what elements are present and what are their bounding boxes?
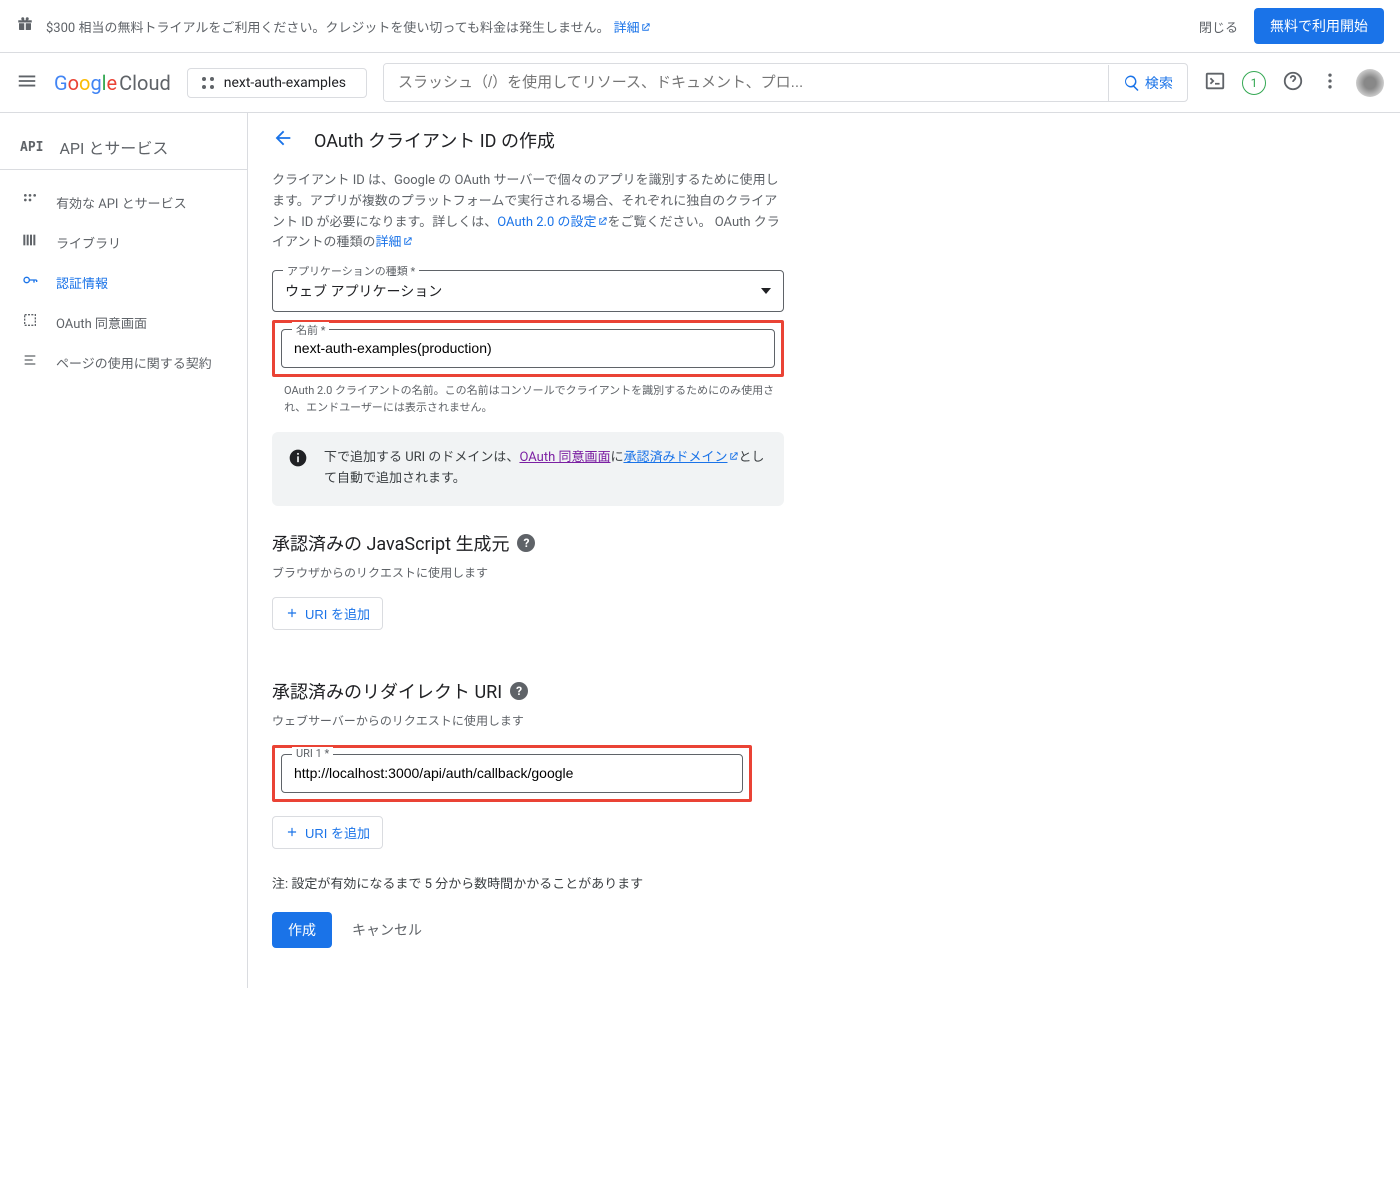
info-icon [288, 448, 308, 490]
project-name: next-auth-examples [224, 75, 346, 91]
app-type-value: ウェブ アプリケーション [285, 281, 761, 301]
add-redirect-uri-button[interactable]: URI を追加 [272, 816, 383, 849]
name-input[interactable] [294, 340, 762, 356]
sidebar-item-library[interactable]: ライブラリ [0, 222, 247, 262]
menu-icon[interactable] [16, 70, 38, 96]
notifications-badge[interactable]: 1 [1242, 71, 1266, 95]
name-highlight: 名前 * [272, 320, 784, 377]
js-origins-desc: ブラウザからのリクエストに使用します [272, 564, 784, 581]
sidebar: API API とサービス 有効な API とサービス ライブラリ 認証情報 O… [0, 113, 248, 988]
help-circle-icon[interactable]: ? [517, 534, 535, 552]
search-box: 検索 [383, 63, 1188, 102]
main: OAuth クライアント ID の作成 クライアント ID は、Google の… [248, 113, 1400, 988]
header-icons: 1 [1204, 69, 1384, 97]
name-help: OAuth 2.0 クライアントの名前。この名前はコンソールでクライアントを識別… [284, 383, 784, 416]
sidebar-header[interactable]: API API とサービス [0, 125, 247, 170]
google-cloud-logo[interactable]: Google Cloud [54, 71, 171, 95]
uri1-field: URI 1 * [281, 754, 743, 793]
help-icon[interactable] [1282, 70, 1304, 96]
sidebar-item-consent[interactable]: OAuth 同意画面 [0, 302, 247, 342]
more-icon[interactable] [1320, 71, 1340, 95]
key-icon [20, 272, 40, 292]
gift-icon [16, 15, 34, 37]
consent-icon [20, 312, 40, 332]
api-icon: API [20, 140, 43, 155]
search-input[interactable] [384, 64, 1108, 101]
page-header: OAuth クライアント ID の作成 [248, 113, 1400, 167]
banner-close[interactable]: 閉じる [1199, 17, 1238, 36]
form-actions: 作成 キャンセル [272, 912, 784, 948]
name-field: 名前 * [281, 329, 775, 368]
cloud-shell-icon[interactable] [1204, 70, 1226, 96]
sidebar-item-credentials[interactable]: 認証情報 [0, 262, 247, 302]
dashboard-icon [20, 192, 40, 212]
redirect-uris-section: 承認済みのリダイレクト URI ? ウェブサーバーからのリクエストに使用します … [272, 678, 784, 849]
consent-screen-link[interactable]: OAuth 同意画面 [519, 450, 610, 465]
start-trial-button[interactable]: 無料で利用開始 [1254, 8, 1384, 44]
description: クライアント ID は、Google の OAuth サーバーで個々のアプリを識… [272, 171, 784, 254]
uri1-input[interactable] [294, 765, 730, 781]
oauth-setup-link[interactable]: OAuth 2.0 の設定 [497, 215, 607, 230]
uri1-label: URI 1 * [292, 747, 333, 760]
chevron-down-icon [761, 288, 771, 294]
page-title: OAuth クライアント ID の作成 [314, 127, 555, 153]
client-types-link[interactable]: 詳細 [375, 235, 412, 250]
create-button[interactable]: 作成 [272, 912, 332, 948]
js-origins-section: 承認済みの JavaScript 生成元 ? ブラウザからのリクエストに使用しま… [272, 530, 784, 630]
uri1-highlight: URI 1 * [272, 745, 752, 802]
trial-banner: $300 相当の無料トライアルをご利用ください。クレジットを使い切っても料金は発… [0, 0, 1400, 53]
search-button[interactable]: 検索 [1108, 65, 1187, 101]
header: Google Cloud next-auth-examples 検索 1 [0, 53, 1400, 113]
library-icon [20, 232, 40, 252]
js-origins-title: 承認済みの JavaScript 生成元 ? [272, 530, 784, 556]
back-arrow-icon[interactable] [272, 127, 294, 153]
content: クライアント ID は、Google の OAuth サーバーで個々のアプリを識… [248, 167, 808, 988]
add-js-origin-button[interactable]: URI を追加 [272, 597, 383, 630]
cancel-button[interactable]: キャンセル [352, 920, 422, 940]
sidebar-item-terms[interactable]: ページの使用に関する契約 [0, 342, 247, 382]
app-type-label: アプリケーションの種類 * [283, 263, 419, 279]
app-type-select[interactable]: アプリケーションの種類 * ウェブ アプリケーション [272, 270, 784, 312]
info-banner: 下で追加する URI のドメインは、OAuth 同意画面に承認済みドメインとして… [272, 432, 784, 506]
trial-text: $300 相当の無料トライアルをご利用ください。クレジットを使い切っても料金は発… [46, 17, 610, 36]
avatar[interactable] [1356, 69, 1384, 97]
help-circle-icon[interactable]: ? [510, 682, 528, 700]
trial-detail-link[interactable]: 詳細 [614, 17, 651, 36]
project-selector[interactable]: next-auth-examples [187, 68, 367, 98]
authorized-domains-link[interactable]: 承認済みドメイン [623, 450, 738, 465]
name-label: 名前 * [292, 322, 329, 338]
redirect-uris-title: 承認済みのリダイレクト URI ? [272, 678, 784, 704]
terms-icon [20, 352, 40, 372]
redirect-uris-desc: ウェブサーバーからのリクエストに使用します [272, 712, 784, 729]
note-text: 注: 設定が有効になるまで 5 分から数時間かかることがあります [272, 873, 784, 892]
sidebar-item-enabled-apis[interactable]: 有効な API とサービス [0, 182, 247, 222]
